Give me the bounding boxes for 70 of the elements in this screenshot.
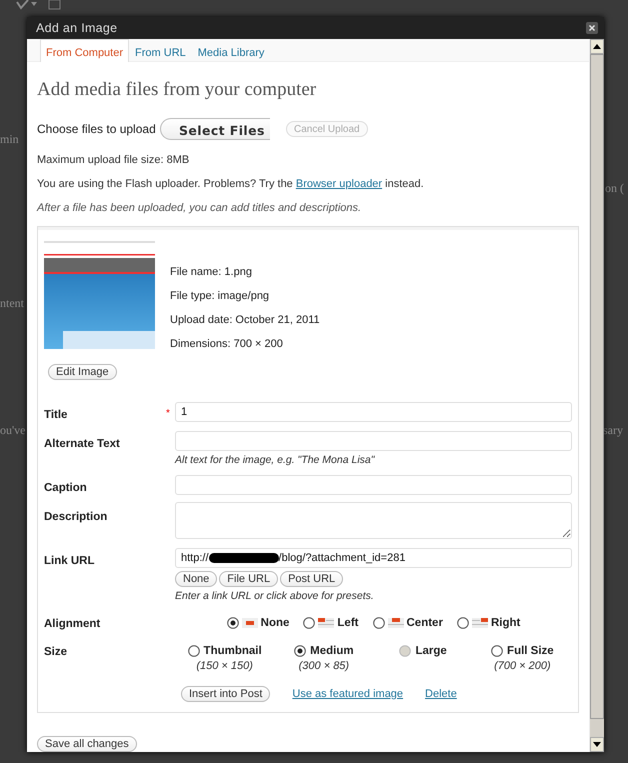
radio-button[interactable] [456,617,469,629]
field-label: Alignment [44,617,102,630]
file-detail-text: Upload date: October 21, 2011 [170,314,320,326]
field-label: Link URL [44,554,96,567]
option-label: None [260,617,290,629]
scroll-up-icon[interactable] [593,44,601,49]
spellcheck-icon[interactable] [16,0,38,10]
option-label: Thumbnail [204,645,262,657]
file-detail-text: File type: image/png [170,290,270,302]
radio-button[interactable] [188,645,200,657]
option-label: Center [406,617,443,629]
radio-button[interactable] [303,617,316,629]
radio-button[interactable] [372,617,384,629]
tab[interactable]: From URL [129,39,192,61]
featured-image-link[interactable]: Use as featured image [292,688,404,700]
background-page-text: sary [603,423,623,438]
fullscreen-icon[interactable] [48,0,61,10]
radio-button[interactable] [294,645,306,657]
background-page-text: min [0,132,19,147]
size-dimensions: (700 × 200) [494,660,551,672]
background-page-text: ntent [0,296,24,311]
flash-uploader-notice: You are using the Flash uploader. Problems? Try the Browser uploader instead. [37,178,425,190]
tab[interactable]: From Computer [40,39,130,62]
radio-button[interactable] [491,645,504,657]
option-label: Large [415,645,447,657]
option-label: Full Size [507,645,554,657]
page-heading: Add media files from your computer [37,79,318,101]
browser-uploader-link[interactable]: Browser uploader [296,178,382,190]
max-upload-size-text: Maximum upload file size: 8MB [37,154,190,166]
tab[interactable]: Media Library [192,39,270,61]
radio-button[interactable] [226,617,239,629]
text-field[interactable] [175,475,572,495]
text-field[interactable] [175,431,572,451]
text-field[interactable]: 1 [175,402,572,422]
alignment-icon [317,618,336,628]
required-mark: * [166,408,171,419]
save-all-changes-button[interactable]: Save all changes [37,736,137,752]
select-files-button[interactable]: Select Files [160,118,270,140]
field-label: Description [44,510,108,523]
link-preset-button[interactable]: None [175,571,218,587]
link-url-field[interactable]: http:// /blog/?attachment_id=281 [175,548,572,568]
option-label: Right [490,617,520,629]
upload-note: After a file has been uploaded, you can add titles and descriptions. [37,202,362,214]
alignment-icon [470,618,489,628]
field-hint: Enter a link URL or click above for presets. [175,590,375,602]
field-hint: Alt text for the image, e.g. "The Mona Lisa" [175,454,376,466]
file-detail-text: Dimensions: 700 × 200 [170,338,284,350]
background-page-text: on ( [605,181,624,196]
field-label: Caption [44,481,88,494]
size-dimensions: (300 × 85) [298,660,350,672]
field-label: Alternate Text [44,437,121,450]
field-label: Title [44,408,68,421]
link-preset-button[interactable]: File URL [219,571,278,587]
edit-image-button[interactable]: Edit Image [48,364,117,380]
close-icon[interactable] [586,22,598,34]
alignment-icon [240,618,259,628]
scroll-down-icon[interactable] [593,742,601,747]
dialog-title: Add an Image [36,21,118,35]
size-dimensions: (150 × 150) [196,660,253,672]
background-page-text: ou've [0,423,26,438]
option-label: Medium [310,645,354,657]
upload-label: Choose files to upload [37,122,157,136]
link-preset-button[interactable]: Post URL [280,571,344,587]
delete-link[interactable]: Delete [425,688,457,700]
file-detail-text: File name: 1.png [170,266,253,278]
description-field[interactable] [175,502,572,539]
insert-into-post-button[interactable]: Insert into Post [181,686,270,702]
field-label: Size [44,645,68,658]
option-label: Left [337,617,358,629]
alignment-icon [386,618,404,628]
